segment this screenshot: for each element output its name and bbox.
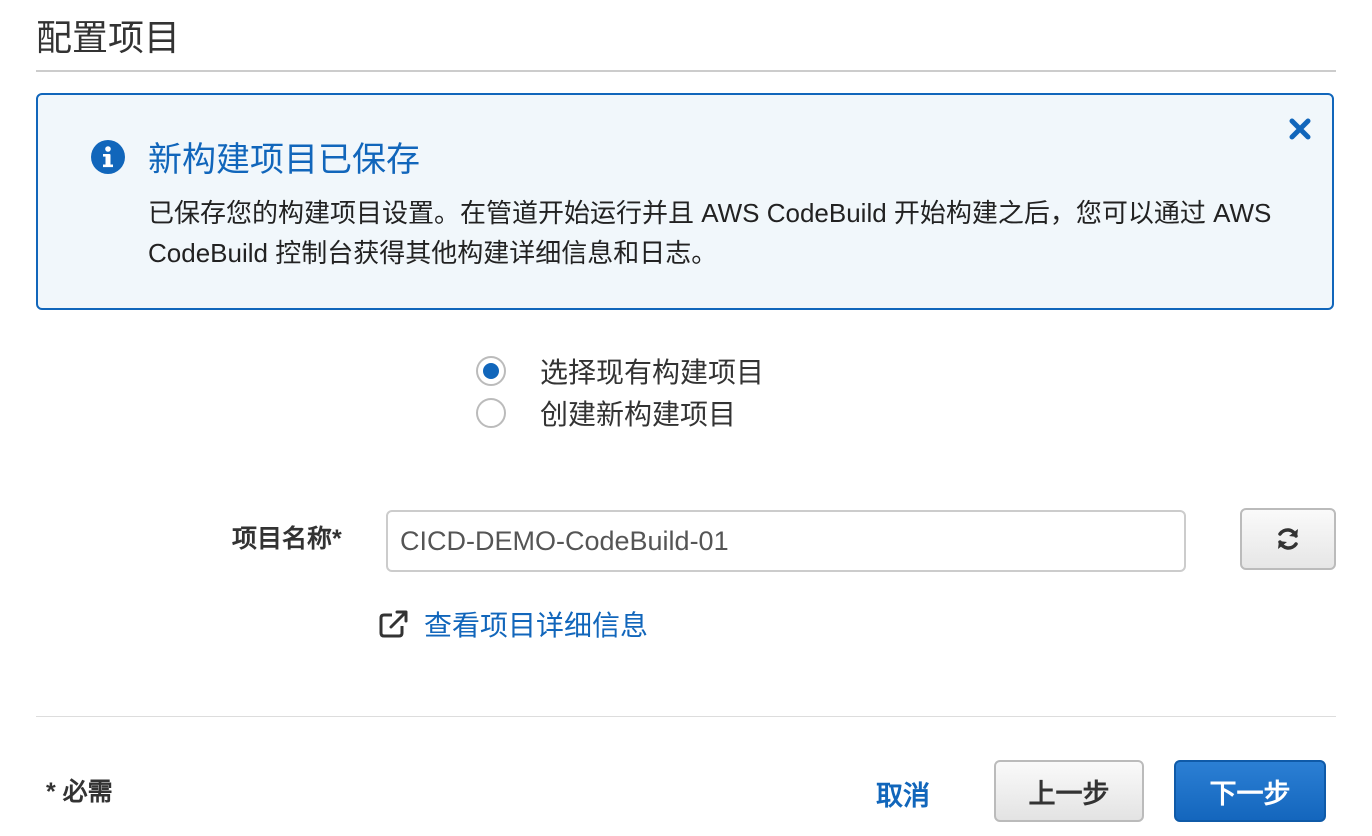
previous-step-button[interactable]: 上一步 [994,760,1144,822]
info-alert: 新构建项目已保存 已保存您的构建项目设置。在管道开始运行并且 AWS CodeB… [36,93,1334,310]
radio-new-project[interactable] [476,398,506,428]
radio-label-new-project: 创建新构建项目 [540,399,737,430]
configure-project-page: 配置项目 新构建项目已保存 已保存您的构建项目设置。在管道开始运行并且 AWS … [0,0,1372,836]
project-name-input[interactable] [386,510,1186,572]
close-icon[interactable] [1286,115,1314,143]
alert-title: 新构建项目已保存 [148,141,420,179]
required-note: * 必需 [46,778,113,806]
radio-label-existing-project: 选择现有构建项目 [540,357,765,388]
refresh-icon [1278,528,1298,550]
external-link-icon [379,610,408,638]
title-divider [36,70,1336,72]
radio-existing-project[interactable] [476,356,506,386]
project-name-label: 项目名称* [232,525,342,553]
alert-message: 已保存您的构建项目设置。在管道开始运行并且 AWS CodeBuild 开始构建… [148,198,1272,268]
view-project-details-label: 查看项目详细信息 [424,610,649,641]
radio-option-new-project[interactable]: 创建新构建项目 [476,392,764,434]
next-step-button[interactable]: 下一步 [1174,760,1326,822]
refresh-button[interactable] [1240,508,1336,570]
footer-divider [36,716,1336,717]
view-project-details-link[interactable]: 查看项目详细信息 [378,604,648,644]
info-icon [91,140,125,174]
page-title: 配置项目 [36,17,181,58]
project-choice-radio-group: 选择现有构建项目 创建新构建项目 [476,350,764,434]
cancel-button[interactable]: 取消 [876,774,930,813]
radio-option-existing-project[interactable]: 选择现有构建项目 [476,350,764,392]
